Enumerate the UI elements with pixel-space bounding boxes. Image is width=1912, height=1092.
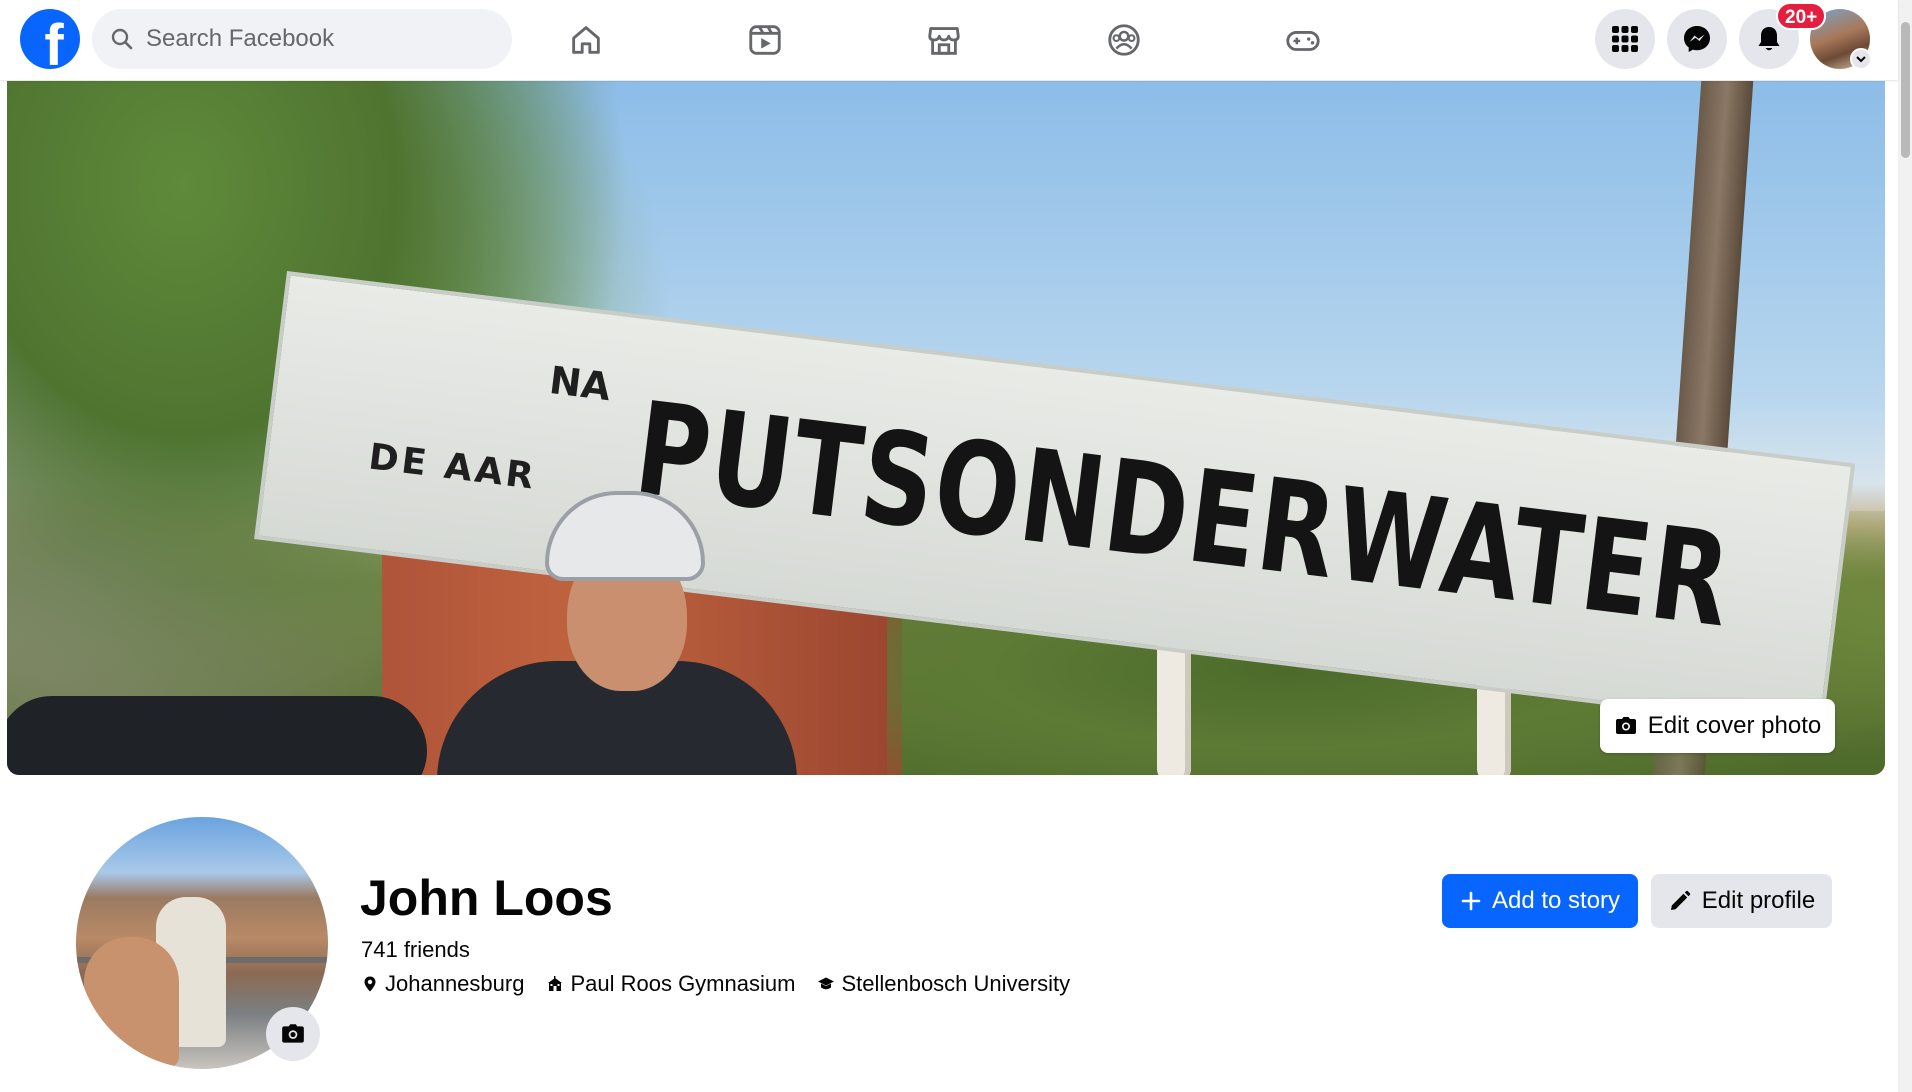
detail-university-text: Stellenbosch University bbox=[841, 971, 1071, 996]
school-icon bbox=[548, 976, 563, 991]
marketplace-icon bbox=[928, 27, 960, 55]
search-box[interactable] bbox=[92, 9, 512, 69]
edit-cover-photo-button[interactable]: Edit cover photo bbox=[1600, 699, 1835, 753]
groups-icon bbox=[1108, 24, 1140, 56]
video-icon bbox=[749, 25, 781, 55]
page-scrollbar[interactable] bbox=[1898, 0, 1912, 1092]
edit-profile-button[interactable]: Edit profile bbox=[1651, 874, 1832, 928]
detail-university[interactable]: Stellenbosch University bbox=[817, 971, 1070, 997]
cover-bike-helmet bbox=[7, 696, 427, 775]
top-navigation-bar: f 20+ bbox=[0, 0, 1898, 80]
cover-cyclist bbox=[417, 491, 797, 775]
sign-text-de-aar: DE AAR bbox=[366, 436, 539, 498]
pencil-icon bbox=[1670, 890, 1691, 910]
nav-video[interactable] bbox=[720, 12, 810, 68]
cyclist-helmet bbox=[545, 491, 705, 581]
update-profile-picture-button[interactable] bbox=[266, 1007, 320, 1061]
chevron-down-icon bbox=[1856, 56, 1866, 63]
detail-school-text: Paul Roos Gymnasium bbox=[570, 971, 796, 996]
account-menu-chevron[interactable] bbox=[1850, 48, 1872, 70]
menu-button[interactable] bbox=[1595, 9, 1655, 69]
plus-icon bbox=[1461, 891, 1481, 911]
add-to-story-button[interactable]: Add to story bbox=[1442, 874, 1638, 928]
camera-icon bbox=[1615, 717, 1636, 734]
profile-pic-person-front bbox=[84, 937, 179, 1067]
camera-icon bbox=[282, 1024, 304, 1043]
scrollbar-thumb[interactable] bbox=[1901, 22, 1910, 158]
gaming-icon bbox=[1286, 30, 1320, 51]
profile-name: John Loos bbox=[360, 870, 613, 926]
notifications-badge: 20+ bbox=[1776, 2, 1827, 30]
edit-cover-photo-label: Edit cover photo bbox=[1647, 712, 1822, 739]
cover-photo[interactable]: NA DE AAR PUTSONDERWATER bbox=[7, 81, 1885, 775]
sign-text-na: NA bbox=[547, 357, 614, 410]
add-to-story-label: Add to story bbox=[1491, 887, 1621, 914]
profile-details: Johannesburg Paul Roos Gymnasium Stellen… bbox=[361, 971, 1070, 997]
detail-location[interactable]: Johannesburg bbox=[361, 971, 524, 997]
menu-grid-icon bbox=[1612, 26, 1638, 52]
search-input[interactable] bbox=[146, 25, 486, 53]
home-icon bbox=[572, 26, 600, 54]
messenger-button[interactable] bbox=[1667, 9, 1727, 69]
detail-school[interactable]: Paul Roos Gymnasium bbox=[546, 971, 795, 997]
facebook-logo[interactable]: f bbox=[20, 9, 80, 69]
edit-profile-label: Edit profile bbox=[1701, 887, 1816, 914]
facebook-logo-letter: f bbox=[44, 13, 64, 70]
messenger-icon bbox=[1684, 26, 1710, 52]
friends-count[interactable]: 741 friends bbox=[361, 937, 470, 963]
nav-gaming[interactable] bbox=[1258, 12, 1348, 68]
nav-marketplace[interactable] bbox=[899, 12, 989, 68]
nav-groups[interactable] bbox=[1079, 12, 1169, 68]
nav-home[interactable] bbox=[541, 12, 631, 68]
notifications-icon bbox=[1758, 27, 1780, 51]
detail-location-text: Johannesburg bbox=[385, 971, 525, 996]
location-pin-icon bbox=[364, 976, 376, 992]
graduation-cap-icon bbox=[818, 977, 835, 990]
search-icon bbox=[111, 28, 133, 50]
